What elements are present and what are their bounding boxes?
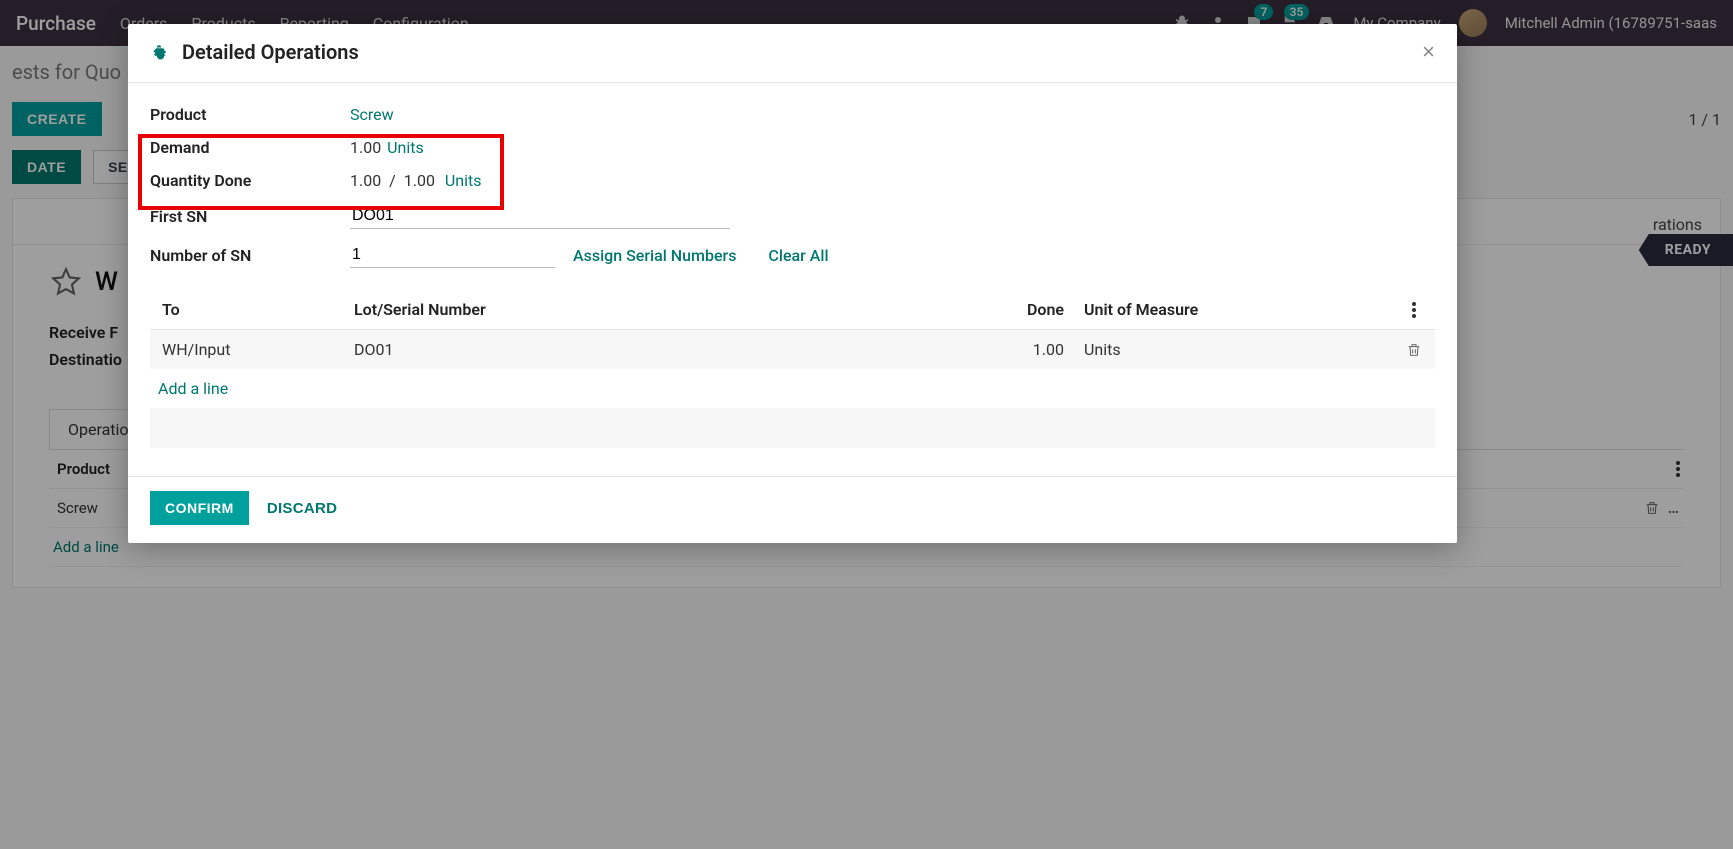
row-done[interactable]: 1.00	[974, 340, 1064, 359]
col-header-to: To	[154, 300, 354, 319]
row-uom[interactable]: Units	[1064, 340, 1324, 359]
close-button[interactable]: ×	[1422, 41, 1435, 63]
row-lot[interactable]: DO01	[354, 340, 974, 359]
number-of-sn-label: Number of SN	[150, 246, 350, 265]
product-value[interactable]: Screw	[350, 105, 394, 124]
discard-button[interactable]: DISCARD	[267, 500, 337, 517]
product-label: Product	[150, 105, 350, 124]
col-header-uom: Unit of Measure	[1064, 300, 1324, 319]
col-header-kebab[interactable]	[1397, 302, 1431, 318]
row-to[interactable]: WH/Input	[154, 340, 354, 359]
table-row	[150, 408, 1435, 448]
detailed-operations-modal: Detailed Operations × Product Screw Dema…	[128, 24, 1457, 543]
bug-icon[interactable]	[150, 43, 168, 61]
demand-qty: 1.00	[350, 138, 381, 157]
first-sn-label: First SN	[150, 207, 350, 226]
col-header-done: Done	[974, 300, 1064, 319]
assign-serial-numbers[interactable]: Assign Serial Numbers	[573, 246, 736, 265]
qty-done-units[interactable]: Units	[445, 171, 482, 190]
add-line-link[interactable]: Add a line	[150, 369, 1435, 408]
qty-done-a: 1.00	[350, 171, 381, 190]
demand-units[interactable]: Units	[387, 138, 424, 157]
quantity-done-label: Quantity Done	[150, 171, 350, 190]
clear-all[interactable]: Clear All	[768, 246, 828, 265]
qty-done-sep: /	[389, 171, 396, 190]
number-of-sn-input[interactable]	[350, 243, 555, 268]
modal-title: Detailed Operations	[182, 40, 359, 64]
demand-label: Demand	[150, 138, 350, 157]
first-sn-input[interactable]	[350, 204, 730, 229]
trash-icon[interactable]	[1406, 342, 1422, 358]
qty-done-b: 1.00	[404, 171, 435, 190]
col-header-lot: Lot/Serial Number	[354, 300, 974, 319]
confirm-button[interactable]: CONFIRM	[150, 491, 249, 525]
